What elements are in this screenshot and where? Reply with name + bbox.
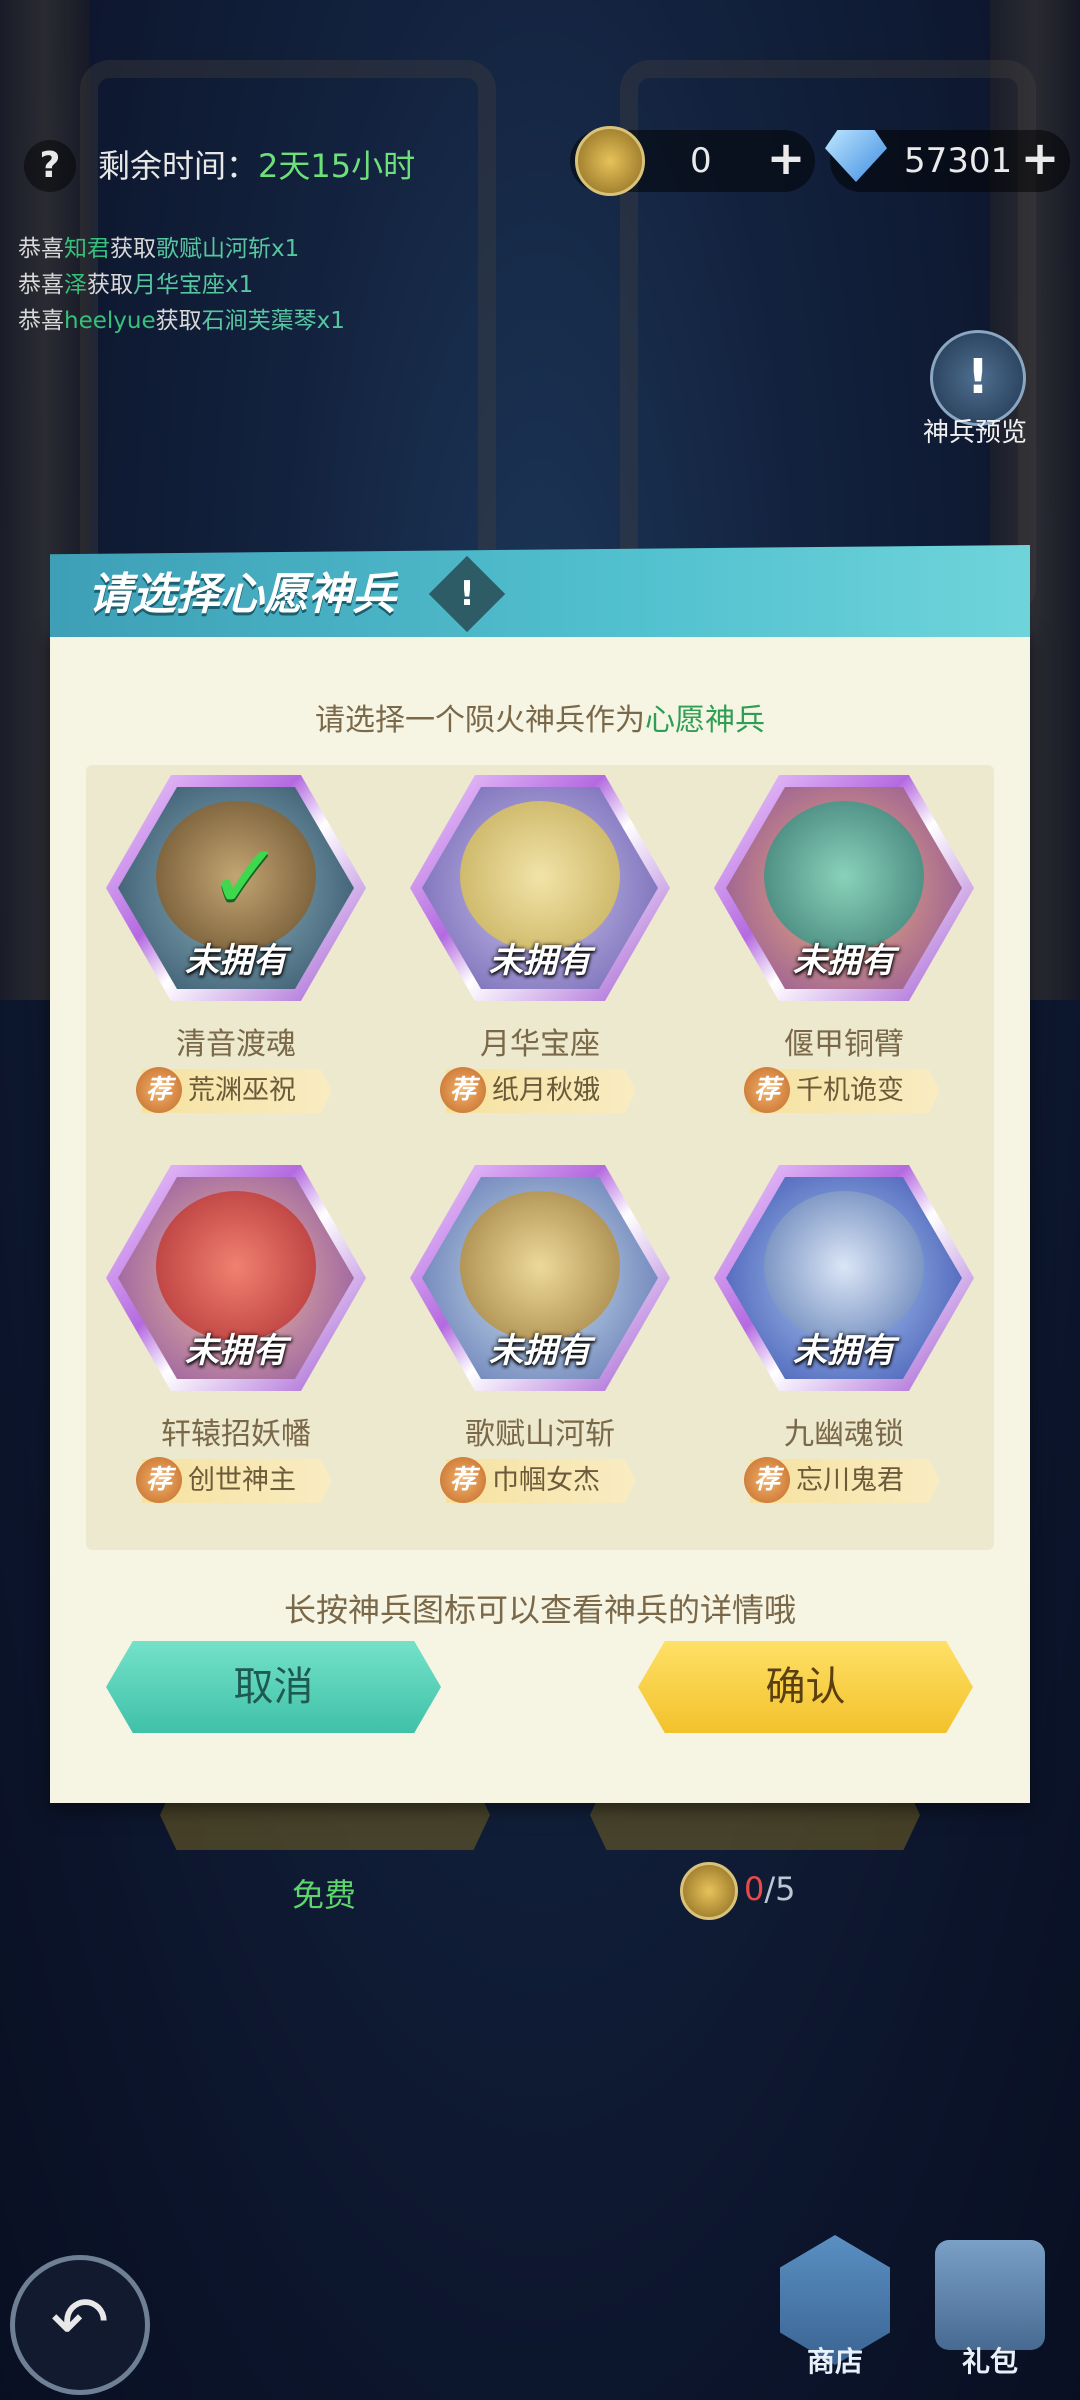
weapon-card[interactable]: 未拥有 月华宝座 荐 纸月秋娥 — [400, 775, 680, 1145]
weapon-card[interactable]: ✓ 未拥有 清音渡魂 荐 荒渊巫祝 — [96, 775, 376, 1145]
dialog-subtitle: 请选择一个陨火神兵作为心愿神兵 — [315, 703, 765, 738]
remaining-time-value: 2天15小时 — [258, 147, 416, 185]
weapon-card[interactable]: 未拥有 轩辕招妖幡 荐 创世神主 — [96, 1165, 376, 1535]
recommend-badge: 荐 — [440, 1067, 486, 1113]
weapon-name: 清音渡魂 — [176, 1027, 296, 1062]
weapon-name: 月华宝座 — [480, 1027, 600, 1062]
gift-label[interactable]: 礼包 — [935, 2340, 1045, 2380]
hero-name: 纸月秋娥 — [492, 1075, 600, 1106]
bronze-arm-icon — [764, 801, 924, 951]
shop-label[interactable]: 商店 — [780, 2340, 890, 2380]
free-label: 免费 — [292, 1876, 357, 1914]
unowned-label: 未拥有 — [185, 941, 287, 981]
sword-icon — [460, 1191, 620, 1341]
weapon-name: 歌赋山河斩 — [465, 1417, 615, 1452]
weapon-card[interactable]: 未拥有 九幽魂锁 荐 忘川鬼君 — [704, 1165, 984, 1535]
soul-lock-icon — [764, 1191, 924, 1341]
ticker-line: 恭喜heelyue获取石涧芙蕖琴x1 — [18, 308, 345, 334]
weapon-preview-label: 神兵预览 — [922, 418, 1027, 448]
back-button[interactable]: ↶ — [10, 2255, 150, 2395]
hero-name: 千机诡变 — [796, 1075, 904, 1106]
recommend-badge: 荐 — [744, 1067, 790, 1113]
remaining-time: 剩余时间：2天15小时 — [98, 140, 415, 192]
unowned-label: 未拥有 — [793, 1331, 895, 1371]
recommend-badge: 荐 — [136, 1067, 182, 1113]
ticker-line: 恭喜知君获取歌赋山河斩x1 — [18, 236, 300, 262]
unowned-label: 未拥有 — [489, 941, 591, 981]
recommend-badge: 荐 — [440, 1457, 486, 1503]
weapon-grid: ✓ 未拥有 清音渡魂 荐 荒渊巫祝 未拥有 月华宝座 荐 纸月秋娥 未拥有 偃甲… — [86, 765, 994, 1550]
unowned-label: 未拥有 — [489, 1331, 591, 1371]
token-icon — [680, 1862, 738, 1920]
hero-name: 荒渊巫祝 — [188, 1075, 296, 1106]
weapon-card[interactable]: 未拥有 偃甲铜臂 荐 千机诡变 — [704, 775, 984, 1145]
remaining-time-label: 剩余时间： — [98, 147, 259, 185]
info-icon-mark[interactable]: ! — [440, 567, 494, 621]
dialog-title: 请选择心愿神兵 — [88, 569, 396, 620]
weapon-name: 轩辕招妖幡 — [161, 1417, 311, 1452]
weapon-name: 九幽魂锁 — [784, 1417, 904, 1452]
weapon-name: 偃甲铜臂 — [784, 1027, 904, 1062]
recommend-badge: 荐 — [136, 1457, 182, 1503]
gift-icon[interactable] — [935, 2240, 1045, 2350]
add-diamond-button[interactable]: + — [1016, 135, 1064, 184]
hero-name: 巾帼女杰 — [492, 1465, 600, 1496]
banner-icon — [156, 1191, 316, 1341]
selected-check-icon: ✓ — [208, 825, 284, 930]
confirm-button[interactable]: 确认 — [638, 1641, 973, 1733]
unowned-label: 未拥有 — [185, 1331, 287, 1371]
hero-name: 创世神主 — [188, 1465, 296, 1496]
wish-weapon-dialog: 请选择心愿神兵 ! 请选择一个陨火神兵作为心愿神兵 ✓ 未拥有 清音渡魂 荐 荒… — [50, 545, 1030, 1803]
cancel-button[interactable]: 取消 — [106, 1641, 441, 1733]
diamond-count: 57301 — [904, 141, 1013, 181]
token-count: 0 — [690, 141, 712, 181]
moon-throne-icon — [460, 801, 620, 951]
weapon-card[interactable]: 未拥有 歌赋山河斩 荐 巾帼女杰 — [400, 1165, 680, 1535]
long-press-hint: 长按神兵图标可以查看神兵的详情哦 — [283, 1591, 796, 1629]
hero-name: 忘川鬼君 — [796, 1465, 904, 1496]
add-token-button[interactable]: + — [762, 135, 810, 184]
help-button[interactable]: ? — [24, 140, 76, 192]
recommend-badge: 荐 — [744, 1457, 790, 1503]
unowned-label: 未拥有 — [793, 941, 895, 981]
draw-cost: 0/5 — [744, 1870, 796, 1908]
ticker-line: 恭喜泽获取月华宝座x1 — [18, 272, 254, 298]
token-icon — [575, 126, 645, 196]
